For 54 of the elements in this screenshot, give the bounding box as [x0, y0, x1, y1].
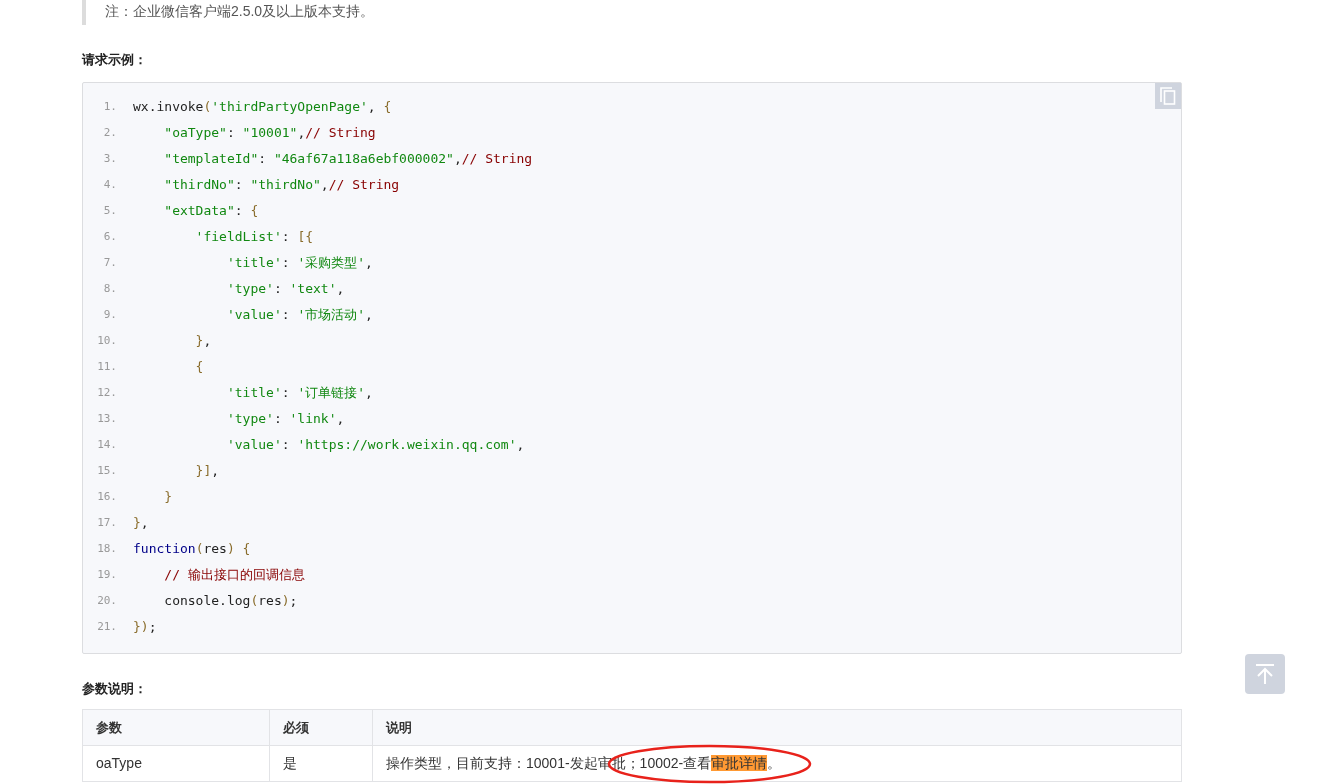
column-header: 必须	[269, 709, 373, 746]
line-number: 5.	[102, 202, 117, 219]
code-line: "templateId": "46af67a118a6ebf000002",// String	[163, 150, 533, 169]
line-number: 18.	[96, 540, 117, 557]
code-line: "extData": {	[163, 202, 259, 221]
code-line: // 输出接口的回调信息	[163, 566, 305, 585]
code-line: 'type': 'link',	[225, 410, 345, 429]
line-number: 13.	[96, 410, 117, 427]
line-number: 3.	[102, 150, 117, 167]
line-number: 10.	[96, 332, 117, 349]
code-line: console.log(res);	[163, 592, 298, 611]
code-line: "oaType": "10001",// String	[163, 124, 376, 143]
code-line: 'value': 'https://work.weixin.qq.com',	[225, 436, 525, 455]
line-number: 1.	[102, 98, 117, 115]
line-number: 4.	[102, 176, 117, 193]
column-header: 说明	[372, 709, 1182, 746]
code-line: 'type': 'text',	[225, 280, 345, 299]
code-line: "thirdNo": "thirdNo",// String	[163, 176, 400, 195]
code-line: 'value': '市场活动',	[225, 306, 373, 325]
code-line: },	[194, 332, 212, 351]
line-number: 19.	[96, 566, 117, 583]
code-line: {	[194, 358, 204, 377]
line-number: 9.	[102, 306, 117, 323]
code-line: }	[163, 488, 173, 507]
line-number: 20.	[96, 592, 117, 609]
line-number: 15.	[96, 462, 117, 479]
line-number: 12.	[96, 384, 117, 401]
code-line: 'fieldList': [{	[194, 228, 314, 247]
note-text: 注：企业微信客户端2.5.0及以上版本支持。	[82, 0, 1182, 25]
line-number: 2.	[102, 124, 117, 141]
code-line: function(res) {	[133, 540, 251, 559]
code-line: }],	[194, 462, 220, 481]
code-line: 'title': '订单链接',	[225, 384, 373, 403]
line-number: 8.	[102, 280, 117, 297]
section-heading: 请求示例：	[82, 51, 147, 69]
arrow-up-icon	[1254, 663, 1276, 685]
code-line: 'title': '采购类型',	[225, 254, 373, 273]
table-cell: 是	[269, 745, 373, 782]
back-to-top-button[interactable]	[1245, 654, 1285, 694]
line-number: 14.	[96, 436, 117, 453]
line-number: 21.	[96, 618, 117, 635]
code-line: wx.invoke('thirdPartyOpenPage', {	[133, 98, 392, 117]
line-number: 6.	[102, 228, 117, 245]
line-number: 16.	[96, 488, 117, 505]
code-line: },	[133, 514, 149, 533]
line-number: 7.	[102, 254, 117, 271]
line-number: 11.	[96, 358, 117, 375]
line-number: 17.	[96, 514, 117, 531]
copy-icon	[1160, 87, 1176, 105]
copy-button[interactable]	[1155, 83, 1181, 109]
table-cell: oaType	[82, 745, 270, 782]
column-header: 参数	[82, 709, 270, 746]
code-line: });	[133, 618, 157, 637]
section-heading: 参数说明：	[82, 680, 147, 698]
